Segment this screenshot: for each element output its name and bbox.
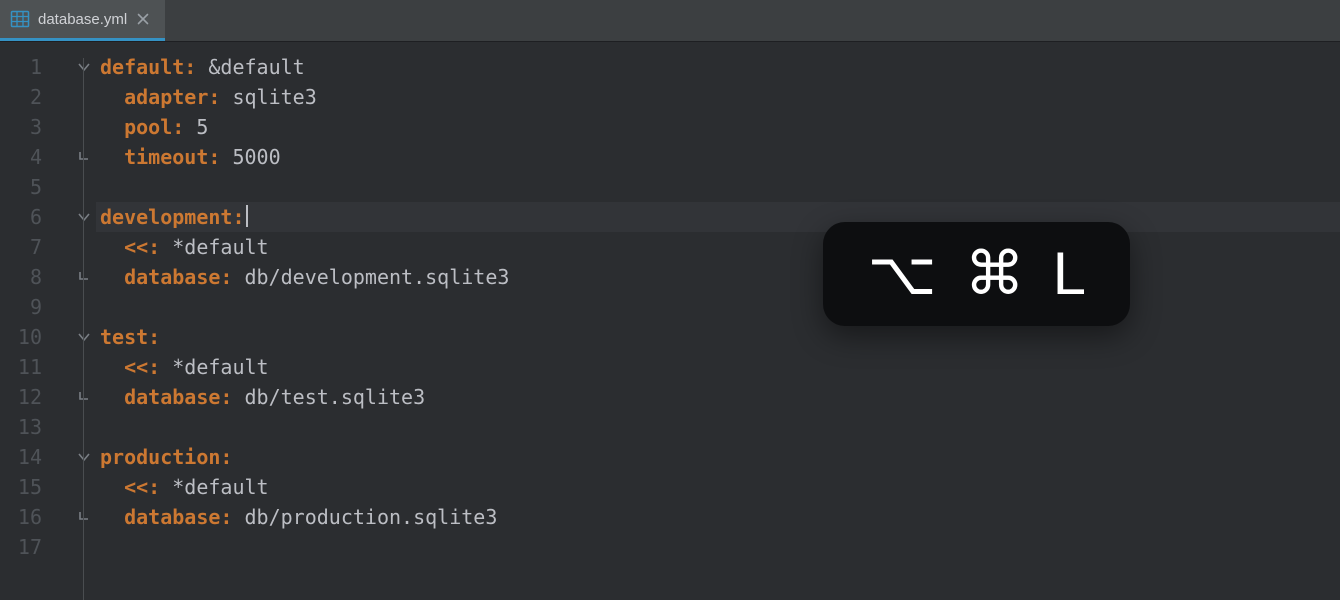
code-line[interactable]: production: (96, 442, 1340, 472)
code-editor[interactable]: 1234567891011121314151617 default: &defa… (0, 42, 1340, 600)
fold-row (52, 172, 96, 202)
fold-row (52, 382, 96, 412)
fold-row (52, 352, 96, 382)
yaml-key: production: (100, 445, 232, 469)
fold-row (52, 442, 96, 472)
code-line[interactable] (96, 172, 1340, 202)
code-line[interactable]: <<: *default (96, 472, 1340, 502)
fold-row (52, 472, 96, 502)
yaml-key: database: (124, 385, 232, 409)
yaml-value: *default (160, 475, 268, 499)
line-number: 2 (0, 82, 52, 112)
code-line[interactable]: adapter: sqlite3 (96, 82, 1340, 112)
fold-guide-line (83, 58, 84, 600)
code-line[interactable] (96, 412, 1340, 442)
code-line[interactable]: default: &default (96, 52, 1340, 82)
line-number: 6 (0, 202, 52, 232)
yaml-key: <<: (124, 355, 160, 379)
fold-row (52, 292, 96, 322)
fold-row (52, 532, 96, 562)
yaml-value: db/test.sqlite3 (232, 385, 425, 409)
code-line[interactable]: development: (96, 202, 1340, 232)
text-caret (246, 205, 248, 227)
line-number: 12 (0, 382, 52, 412)
yaml-key: timeout: (124, 145, 220, 169)
yaml-key: development: (100, 205, 245, 229)
line-number: 15 (0, 472, 52, 502)
tab-bar: database.yml (0, 0, 1340, 42)
fold-row (52, 112, 96, 142)
yaml-value: &default (196, 55, 304, 79)
yaml-key: <<: (124, 475, 160, 499)
fold-open-icon[interactable] (78, 331, 90, 343)
line-number: 4 (0, 142, 52, 172)
fold-gutter (52, 42, 96, 600)
line-number: 11 (0, 352, 52, 382)
fold-row (52, 52, 96, 82)
fold-end-icon (78, 391, 90, 403)
yaml-key: database: (124, 505, 232, 529)
line-number-gutter: 1234567891011121314151617 (0, 42, 52, 600)
yaml-key: adapter: (124, 85, 220, 109)
code-line[interactable]: test: (96, 322, 1340, 352)
line-number: 10 (0, 322, 52, 352)
yaml-key: pool: (124, 115, 184, 139)
fold-row (52, 202, 96, 232)
code-area[interactable]: default: &default adapter: sqlite3 pool:… (96, 42, 1340, 600)
fold-row (52, 322, 96, 352)
code-line[interactable] (96, 532, 1340, 562)
line-number: 8 (0, 262, 52, 292)
code-line[interactable]: <<: *default (96, 352, 1340, 382)
code-line[interactable] (96, 292, 1340, 322)
line-number: 16 (0, 502, 52, 532)
code-line[interactable]: database: db/development.sqlite3 (96, 262, 1340, 292)
yaml-value: sqlite3 (220, 85, 316, 109)
fold-end-icon (78, 271, 90, 283)
line-number: 5 (0, 172, 52, 202)
fold-end-icon (78, 151, 90, 163)
fold-end-icon (78, 511, 90, 523)
code-line[interactable]: database: db/test.sqlite3 (96, 382, 1340, 412)
line-number: 17 (0, 532, 52, 562)
line-number: 1 (0, 52, 52, 82)
line-number: 14 (0, 442, 52, 472)
code-line[interactable]: pool: 5 (96, 112, 1340, 142)
table-icon (10, 9, 30, 29)
yaml-value: 5000 (220, 145, 280, 169)
yaml-value: db/production.sqlite3 (232, 505, 497, 529)
code-line[interactable]: timeout: 5000 (96, 142, 1340, 172)
code-line[interactable]: database: db/production.sqlite3 (96, 502, 1340, 532)
line-number: 9 (0, 292, 52, 322)
yaml-key: default: (100, 55, 196, 79)
letter-key-L: L (1053, 244, 1086, 304)
code-line[interactable]: <<: *default (96, 232, 1340, 262)
fold-open-icon[interactable] (78, 451, 90, 463)
line-number: 13 (0, 412, 52, 442)
tab-label: database.yml (38, 11, 127, 28)
yaml-key: test: (100, 325, 160, 349)
fold-open-icon[interactable] (78, 211, 90, 223)
fold-open-icon[interactable] (78, 61, 90, 73)
fold-row (52, 262, 96, 292)
yaml-value: *default (160, 355, 268, 379)
fold-row (52, 82, 96, 112)
line-number: 3 (0, 112, 52, 142)
line-number: 7 (0, 232, 52, 262)
option-key-icon: ⌥ (867, 244, 936, 304)
fold-row (52, 232, 96, 262)
close-icon[interactable] (135, 11, 151, 27)
fold-row (52, 502, 96, 532)
yaml-value: *default (160, 235, 268, 259)
command-key-icon: ⌘ (965, 244, 1025, 304)
tab-database-yml[interactable]: database.yml (0, 0, 165, 41)
yaml-key: database: (124, 265, 232, 289)
yaml-key: <<: (124, 235, 160, 259)
keyboard-shortcut-overlay: ⌥ ⌘ L (823, 222, 1130, 326)
yaml-value: db/development.sqlite3 (232, 265, 509, 289)
yaml-value: 5 (184, 115, 208, 139)
fold-row (52, 142, 96, 172)
fold-row (52, 412, 96, 442)
